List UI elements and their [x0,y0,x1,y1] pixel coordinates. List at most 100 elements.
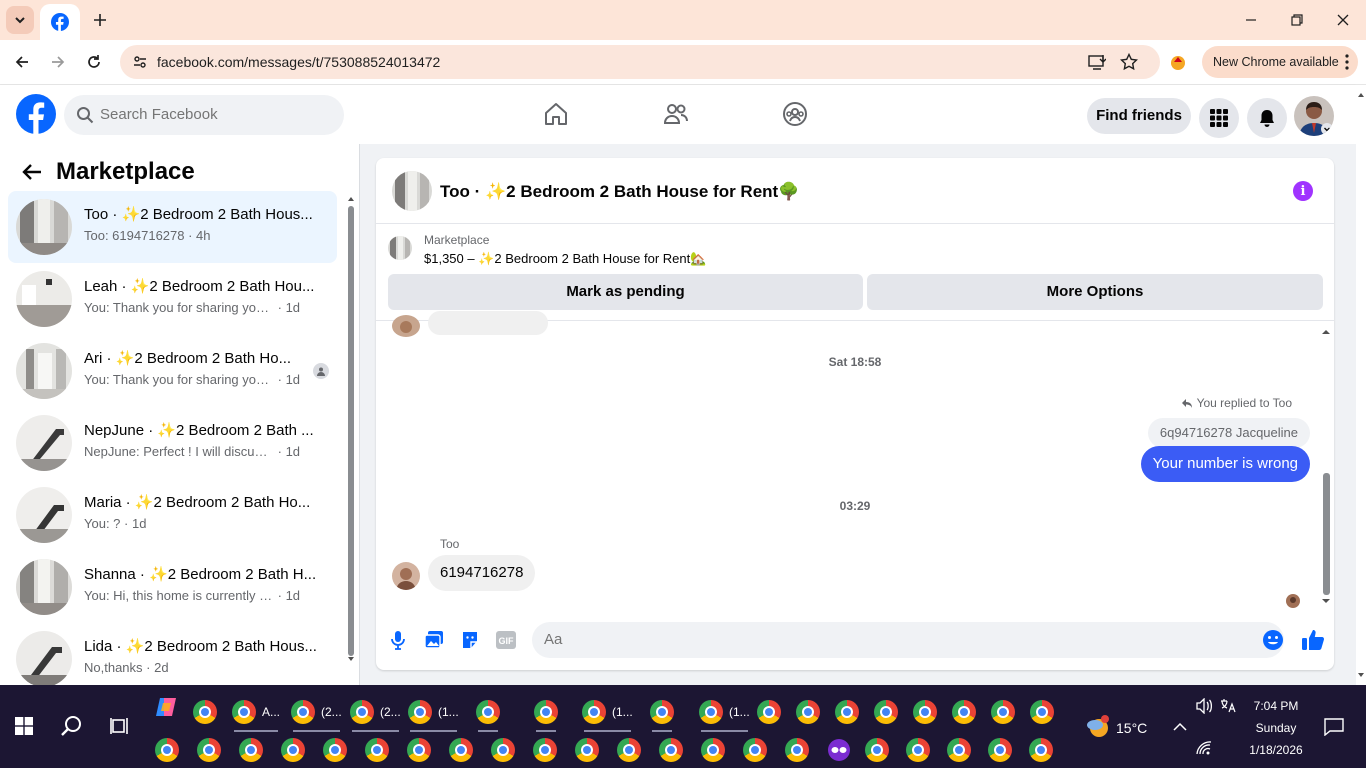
close-window-button[interactable] [1331,8,1355,32]
taskbar-chrome[interactable] [1030,696,1054,728]
taskbar-chrome[interactable] [946,737,972,763]
language-button[interactable] [1214,692,1242,720]
kebab-menu-icon[interactable] [1344,53,1350,71]
voice-clip-button[interactable] [387,629,409,651]
back-button[interactable] [10,50,34,74]
taskbar-chrome[interactable] [952,696,976,728]
menu-button[interactable] [1199,98,1239,138]
gif-button[interactable]: GIF [495,629,517,651]
taskbar-chrome-window[interactable]: (1... [699,696,750,732]
taskbar-chrome[interactable] [476,696,500,732]
taskbar-chrome-window[interactable]: (2... [350,696,401,732]
chat-listing-thumbnail[interactable] [392,171,432,211]
taskbar-chrome[interactable] [364,737,390,763]
facebook-search-box[interactable] [64,95,344,135]
search-input[interactable] [100,106,330,123]
start-button[interactable] [10,712,38,740]
conversation-item[interactable]: Ari · ✨2 Bedroom 2 Bath Ho... You: Thank… [8,335,337,407]
taskbar-chrome[interactable] [658,737,684,763]
taskbar-chrome[interactable] [784,737,810,763]
chat-title[interactable]: Too · ✨2 Bedroom 2 Bath House for Rent🌳 [440,182,799,202]
conversation-item[interactable]: Shanna · ✨2 Bedroom 2 Bath H... You: Hi,… [8,551,337,623]
nav-groups[interactable] [779,98,811,130]
find-friends-button[interactable]: Find friends [1087,98,1191,134]
bookmark-star-icon[interactable] [1117,50,1141,74]
taskbar-chrome[interactable] [406,737,432,763]
taskbar-chrome-window[interactable]: (2... [291,696,342,732]
emoji-icon[interactable] [1262,629,1284,651]
chrome-update-button[interactable]: New Chrome available [1202,46,1358,78]
taskbar-chrome[interactable] [322,737,348,763]
nav-home[interactable] [540,98,572,130]
taskbar-chrome[interactable] [742,737,768,763]
taskbar-chrome[interactable] [154,737,180,763]
sidebar-scrollbar[interactable] [346,194,356,664]
taskbar-app-mask[interactable] [826,737,852,763]
url-text[interactable]: facebook.com/messages/t/753088524013472 [157,54,440,70]
quoted-message[interactable]: 6q94716278 Jacqueline [1147,418,1310,448]
taskbar-chrome[interactable] [490,737,516,763]
taskbar-chrome[interactable] [991,696,1015,728]
network-button[interactable] [1190,734,1218,762]
clock-time[interactable]: 7:04 PM [1240,699,1312,713]
weather-temperature[interactable]: 15°C [1116,720,1147,736]
thumbs-up-icon[interactable] [1301,628,1325,652]
sent-message-bubble[interactable]: Your number is wrong [1140,446,1310,482]
conversation-item[interactable]: Leah · ✨2 Bedroom 2 Bath Hou... You: Tha… [8,263,337,335]
taskbar-chrome[interactable] [650,696,674,732]
notifications-button[interactable] [1247,98,1287,138]
taskbar-chrome[interactable] [193,696,217,728]
taskbar-chrome[interactable] [905,737,931,763]
restore-button[interactable] [1285,8,1309,32]
search-button[interactable] [58,712,86,740]
taskbar-chrome[interactable] [534,696,558,732]
taskbar-chrome[interactable] [913,696,937,728]
sender-avatar[interactable] [392,562,420,590]
taskbar-chrome[interactable] [874,696,898,728]
taskbar-chrome[interactable] [280,737,306,763]
conversation-item[interactable]: Too · ✨2 Bedroom 2 Bath Hous... Too: 619… [8,191,337,263]
message-input-box[interactable] [532,622,1284,658]
sticker-button[interactable] [459,629,481,651]
taskbar-chrome[interactable] [1028,737,1054,763]
more-options-button[interactable]: More Options [867,274,1323,310]
forward-button[interactable] [46,50,70,74]
taskbar-chrome-window[interactable]: (1... [582,696,633,732]
task-view-button[interactable] [106,712,134,740]
taskbar-chrome[interactable] [987,737,1013,763]
attach-media-button[interactable] [423,629,445,651]
clock-date[interactable]: 1/18/2026 [1240,743,1312,757]
install-app-icon[interactable] [1085,50,1109,74]
back-arrow-button[interactable] [18,158,46,186]
taskbar-chrome[interactable] [448,737,474,763]
marketplace-listing-row[interactable]: Marketplace $1,350 – ✨2 Bedroom 2 Bath H… [376,224,1334,276]
profile-avatar[interactable] [1294,96,1334,136]
taskbar-chrome[interactable] [238,737,264,763]
messages-scrollbar[interactable] [1320,325,1332,607]
taskbar-chrome[interactable] [616,737,642,763]
taskbar-chrome[interactable] [757,696,781,728]
address-bar[interactable]: facebook.com/messages/t/753088524013472 [120,45,1160,79]
taskbar-chrome[interactable] [532,737,558,763]
taskbar-chrome-window[interactable]: A... [232,696,280,732]
taskbar-chrome[interactable] [574,737,600,763]
info-icon[interactable]: i [1293,181,1313,201]
taskbar-chrome[interactable] [700,737,726,763]
nav-friends[interactable] [660,98,692,130]
extension-icon[interactable] [1166,50,1190,74]
taskbar-chrome-window[interactable]: (1... [408,696,459,732]
page-scrollbar[interactable] [1356,85,1366,685]
conversation-item[interactable]: Maria · ✨2 Bedroom 2 Bath Ho... You: ? ·… [8,479,337,551]
received-message-bubble[interactable]: 6194716278 [428,555,536,591]
messages-scroll-thumb[interactable] [1323,473,1330,595]
minimize-button[interactable] [1239,8,1263,32]
site-info-icon[interactable] [128,50,152,74]
notification-center-button[interactable] [1320,713,1348,741]
copilot-button[interactable] [152,693,180,721]
reload-button[interactable] [82,50,106,74]
conversation-item[interactable]: NepJune · ✨2 Bedroom 2 Bath ... NepJune:… [8,407,337,479]
weather-widget[interactable] [1084,713,1112,741]
taskbar-chrome[interactable] [835,696,859,728]
taskbar-chrome[interactable] [796,696,820,728]
new-tab-button[interactable] [88,8,112,32]
